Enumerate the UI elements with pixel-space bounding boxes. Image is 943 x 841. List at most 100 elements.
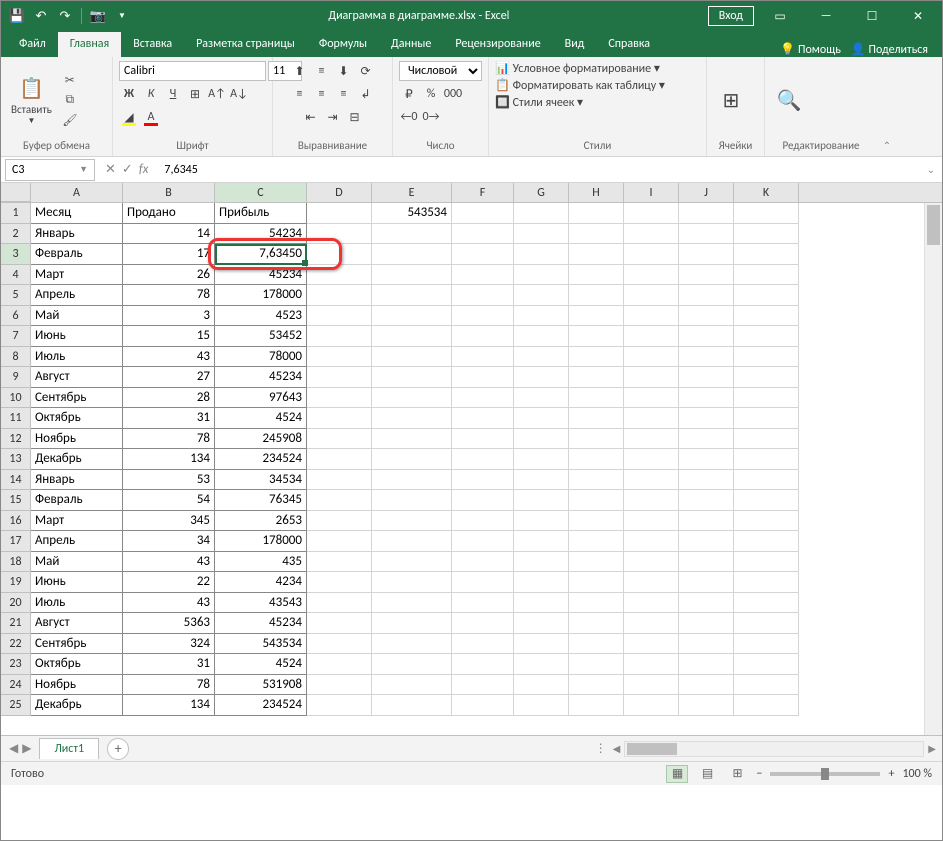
cell[interactable] [624,593,679,614]
qat-dropdown-icon[interactable]: ▼ [114,8,130,24]
cell[interactable] [679,531,734,552]
cell[interactable]: 27 [123,367,215,388]
sheet-nav-prev-icon[interactable]: ◀ [9,741,18,756]
cell[interactable]: 4523 [215,306,307,327]
cell[interactable] [372,449,452,470]
cell[interactable]: 2653 [215,511,307,532]
cell[interactable] [372,552,452,573]
chevron-down-icon[interactable]: ▼ [79,164,88,175]
cell[interactable]: 17 [123,244,215,265]
cell[interactable] [624,224,679,245]
cell[interactable] [452,531,514,552]
fill-color-button[interactable]: ◢ [119,107,139,127]
cell[interactable] [679,408,734,429]
cell[interactable]: 26 [123,265,215,286]
cell[interactable] [514,224,569,245]
cell[interactable] [679,285,734,306]
row-header[interactable]: 11 [1,408,31,429]
cell[interactable] [624,408,679,429]
row-header[interactable]: 14 [1,470,31,491]
cell[interactable] [307,572,372,593]
cell[interactable] [514,634,569,655]
cell[interactable] [452,613,514,634]
spreadsheet-grid[interactable]: A B C D E F G H I J K 1МесяцПроданоПрибы… [1,183,942,735]
cell[interactable] [734,429,799,450]
cell[interactable] [679,326,734,347]
cell[interactable] [734,695,799,716]
cell[interactable]: 543534 [372,203,452,224]
decrease-decimal-button[interactable]: 0→ [421,107,441,127]
tab-page-layout[interactable]: Разметка страницы [184,32,307,57]
cell[interactable] [569,285,624,306]
italic-button[interactable]: К [141,84,161,104]
cell[interactable] [734,347,799,368]
cell[interactable] [452,244,514,265]
font-name-select[interactable] [119,61,266,81]
align-middle-button[interactable]: ≡ [312,61,332,81]
cell[interactable]: 78 [123,675,215,696]
cell[interactable] [679,367,734,388]
cell[interactable]: 43 [123,593,215,614]
col-header-d[interactable]: D [307,183,372,202]
cell[interactable] [452,265,514,286]
cell[interactable] [734,408,799,429]
cell[interactable] [624,552,679,573]
cell[interactable] [372,367,452,388]
row-header[interactable]: 17 [1,531,31,552]
cell[interactable] [624,511,679,532]
cell[interactable]: Февраль [31,490,123,511]
cell[interactable] [452,203,514,224]
align-right-button[interactable]: ≡ [334,84,354,104]
row-header[interactable]: 15 [1,490,31,511]
cell[interactable] [372,675,452,696]
cell[interactable] [569,634,624,655]
cell[interactable] [307,408,372,429]
cell[interactable]: 4234 [215,572,307,593]
cell[interactable] [679,265,734,286]
cell[interactable] [372,265,452,286]
cell[interactable] [452,347,514,368]
cell[interactable]: 43 [123,552,215,573]
tab-file[interactable]: Файл [7,32,58,57]
cell[interactable]: 28 [123,388,215,409]
cell[interactable] [514,552,569,573]
cell[interactable]: 22 [123,572,215,593]
cell[interactable] [307,593,372,614]
cell[interactable] [569,511,624,532]
row-header[interactable]: 4 [1,265,31,286]
cell[interactable] [452,388,514,409]
conditional-formatting-button[interactable]: 📊 Условное форматирование ▾ [495,61,660,76]
cell[interactable] [624,449,679,470]
cell[interactable] [569,388,624,409]
cell[interactable] [307,429,372,450]
row-header[interactable]: 16 [1,511,31,532]
cell[interactable]: Май [31,552,123,573]
cell[interactable]: 45234 [215,265,307,286]
cell[interactable] [569,306,624,327]
format-as-table-button[interactable]: 📋 Форматировать как таблицу ▾ [495,78,665,93]
cell[interactable] [372,285,452,306]
cell[interactable] [452,285,514,306]
cell[interactable]: Март [31,265,123,286]
cell[interactable] [679,347,734,368]
cell[interactable]: Февраль [31,244,123,265]
cell[interactable] [514,490,569,511]
cell[interactable]: Сентябрь [31,388,123,409]
cell[interactable] [307,244,372,265]
cell[interactable] [569,224,624,245]
cell[interactable] [372,531,452,552]
col-header-j[interactable]: J [679,183,734,202]
cell[interactable] [372,654,452,675]
row-header[interactable]: 6 [1,306,31,327]
tab-data[interactable]: Данные [379,32,443,57]
row-header[interactable]: 8 [1,347,31,368]
comma-button[interactable]: 000 [443,84,463,104]
cell[interactable]: 43543 [215,593,307,614]
cell[interactable] [679,593,734,614]
cell[interactable] [679,654,734,675]
orientation-button[interactable]: ⟳ [356,61,376,81]
cell[interactable] [307,285,372,306]
cell[interactable] [569,490,624,511]
bold-button[interactable]: Ж [119,84,139,104]
tab-review[interactable]: Рецензирование [443,32,552,57]
